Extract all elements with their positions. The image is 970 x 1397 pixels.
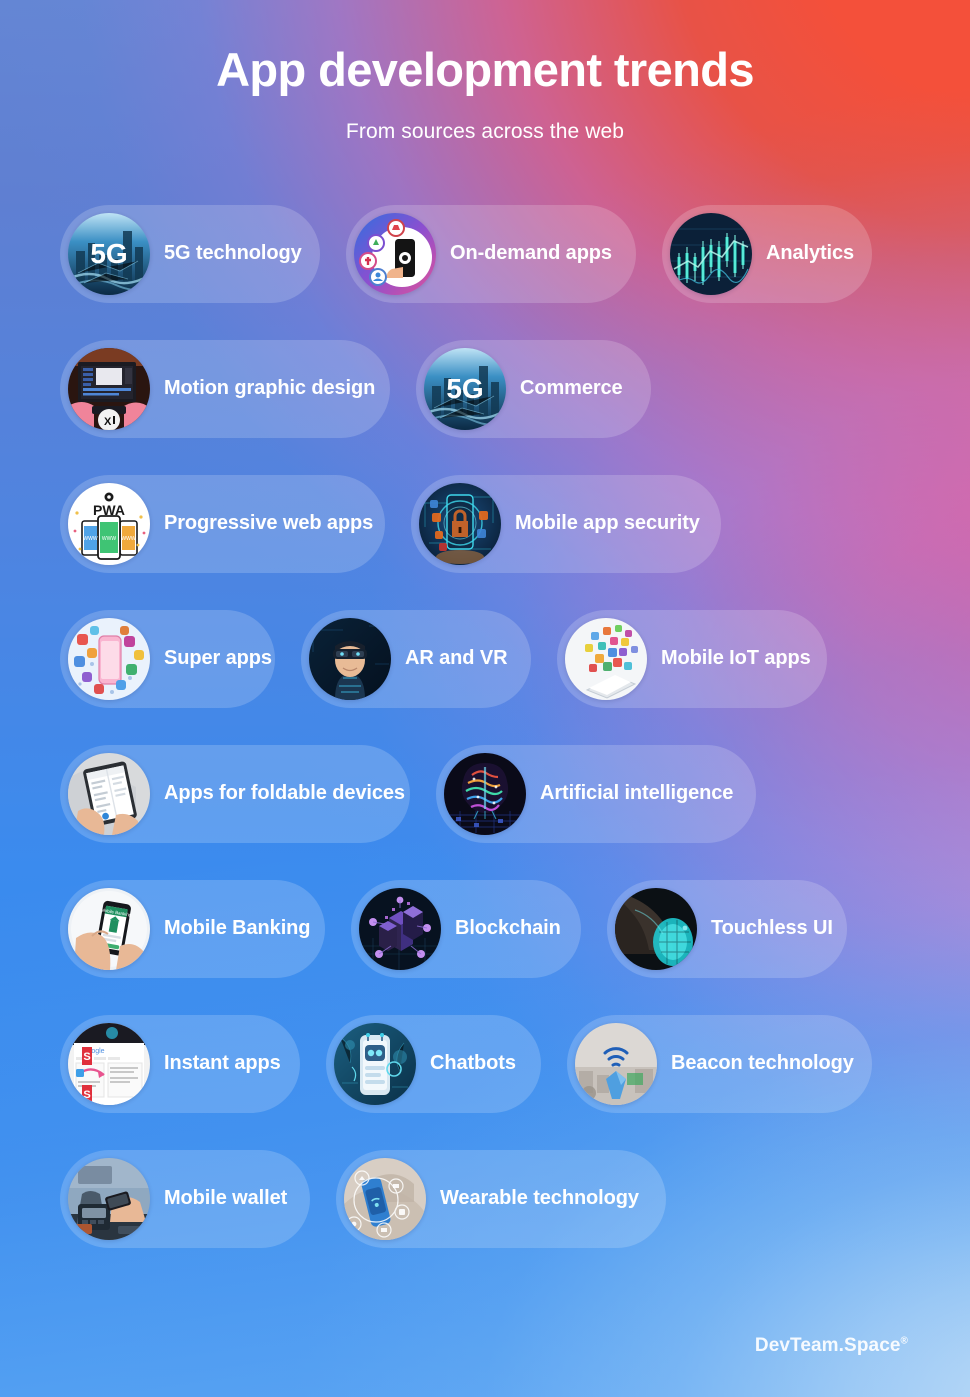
svg-text:X: X: [104, 416, 112, 428]
svg-text:S: S: [83, 1089, 90, 1101]
ar-vr-headset-icon: [309, 617, 391, 700]
trend-pill[interactable]: PWA WWW WWW WWW Progressive web apps: [60, 474, 385, 573]
trend-pill[interactable]: Chatbots: [326, 1014, 541, 1113]
trend-pill[interactable]: 5G 5G technology: [60, 204, 320, 303]
trend-pill[interactable]: Wearable technology: [336, 1149, 666, 1248]
trademark-symbol: ®: [900, 1335, 908, 1347]
svg-text:WWW: WWW: [121, 536, 135, 542]
brand-logo: DevTeam.Space®: [755, 1335, 908, 1357]
trend-pill[interactable]: Super apps: [60, 609, 275, 708]
trend-pill[interactable]: Analytics: [662, 204, 872, 303]
trend-pill[interactable]: Apps for foldable devices: [60, 744, 410, 843]
trend-label: Apps for foldable devices: [164, 782, 405, 804]
iot-apps-burst-icon: [565, 617, 647, 700]
trend-pill[interactable]: Mobile wallet: [60, 1149, 310, 1248]
trend-label: Progressive web apps: [164, 512, 374, 534]
trend-label: Instant apps: [164, 1052, 281, 1074]
foldable-phone-hand-icon: [68, 752, 150, 835]
mobile-wallet-pos-icon: [68, 1157, 150, 1240]
trend-row: Google S S Instant apps Chatbots Beacon …: [0, 996, 970, 1131]
svg-text:WWW: WWW: [83, 536, 97, 542]
trend-label: Mobile IoT apps: [661, 647, 811, 669]
trend-label: Wearable technology: [440, 1187, 639, 1209]
trend-pill[interactable]: X Motion graphic design: [60, 339, 390, 438]
chatbot-robot-icon: [334, 1022, 416, 1105]
trend-pill[interactable]: On-demand apps: [346, 204, 636, 303]
trend-label: Chatbots: [430, 1052, 516, 1074]
trend-label: Artificial intelligence: [540, 782, 734, 804]
trend-row: PWA WWW WWW WWW Progressive web apps Mob…: [0, 456, 970, 591]
trend-pill[interactable]: AR and VR: [301, 609, 531, 708]
svg-text:S: S: [83, 1051, 90, 1063]
mobile-security-lock-icon: [419, 482, 501, 565]
on-demand-phone-apps-icon: [354, 212, 436, 295]
pwa-phones-icon: PWA WWW WWW WWW: [68, 482, 150, 565]
page-title: App development trends: [216, 43, 754, 96]
trend-label: 5G technology: [164, 242, 302, 264]
trend-label: Blockchain: [455, 917, 561, 939]
5g-city-network-icon: 5G: [424, 347, 506, 430]
wearable-smartband-icon: [344, 1157, 426, 1240]
svg-text:5G: 5G: [90, 238, 127, 269]
trend-row: Super apps AR and VR Mobile IoT apps: [0, 591, 970, 726]
trend-pill[interactable]: 5G Commerce: [416, 339, 651, 438]
page-subtitle: From sources across the web: [345, 120, 625, 143]
trend-label: On-demand apps: [450, 242, 612, 264]
trend-pill[interactable]: Google S S Instant apps: [60, 1014, 300, 1113]
trend-row: 5G 5G technology On-demand apps Analytic…: [0, 186, 970, 321]
trend-label: Commerce: [520, 377, 623, 399]
svg-text:5G: 5G: [446, 373, 483, 404]
beacon-signal-icon: [575, 1022, 657, 1105]
trend-label: AR and VR: [405, 647, 508, 669]
trend-pill[interactable]: Mobile app security: [411, 474, 721, 573]
trend-label: Mobile app security: [515, 512, 700, 534]
trend-list: 5G 5G technology On-demand apps Analytic…: [0, 186, 970, 1266]
super-apps-phone-icon: [68, 617, 150, 700]
trend-pill[interactable]: Mobile IoT apps: [557, 609, 827, 708]
svg-text:WWW: WWW: [102, 536, 116, 542]
trend-label: Super apps: [164, 647, 272, 669]
blockchain-blocks-icon: [359, 887, 441, 970]
trend-pill[interactable]: Mobile Banking Mobile Banking: [60, 879, 325, 978]
trend-pill[interactable]: Blockchain: [351, 879, 581, 978]
ai-brain-circuit-icon: [444, 752, 526, 835]
trend-label: Mobile Banking: [164, 917, 311, 939]
trend-label: Touchless UI: [711, 917, 833, 939]
trend-label: Mobile wallet: [164, 1187, 288, 1209]
trend-row: Apps for foldable devices Artificial int…: [0, 726, 970, 861]
trend-label: Motion graphic design: [164, 377, 376, 399]
brand-name: DevTeam.Space: [754, 1335, 901, 1356]
trend-row: Mobile Banking Mobile Banking Blockchain…: [0, 861, 970, 996]
motion-design-desk-icon: X: [68, 347, 150, 430]
trend-label: Beacon technology: [671, 1052, 854, 1074]
analytics-candlestick-icon: [670, 212, 752, 295]
trend-pill[interactable]: Touchless UI: [607, 879, 847, 978]
trend-row: Mobile wallet Wearable technology: [0, 1131, 970, 1266]
trend-row: X Motion graphic design 5G Commerce: [0, 321, 970, 456]
instant-apps-search-icon: Google S S: [68, 1022, 150, 1105]
trend-pill[interactable]: Artificial intelligence: [436, 744, 756, 843]
trend-pill[interactable]: Beacon technology: [567, 1014, 872, 1113]
mobile-banking-hand-icon: Mobile Banking: [68, 887, 150, 970]
5g-city-network-icon: 5G: [68, 212, 150, 295]
touchless-ui-hand-icon: [615, 887, 697, 970]
trend-label: Analytics: [766, 242, 855, 264]
